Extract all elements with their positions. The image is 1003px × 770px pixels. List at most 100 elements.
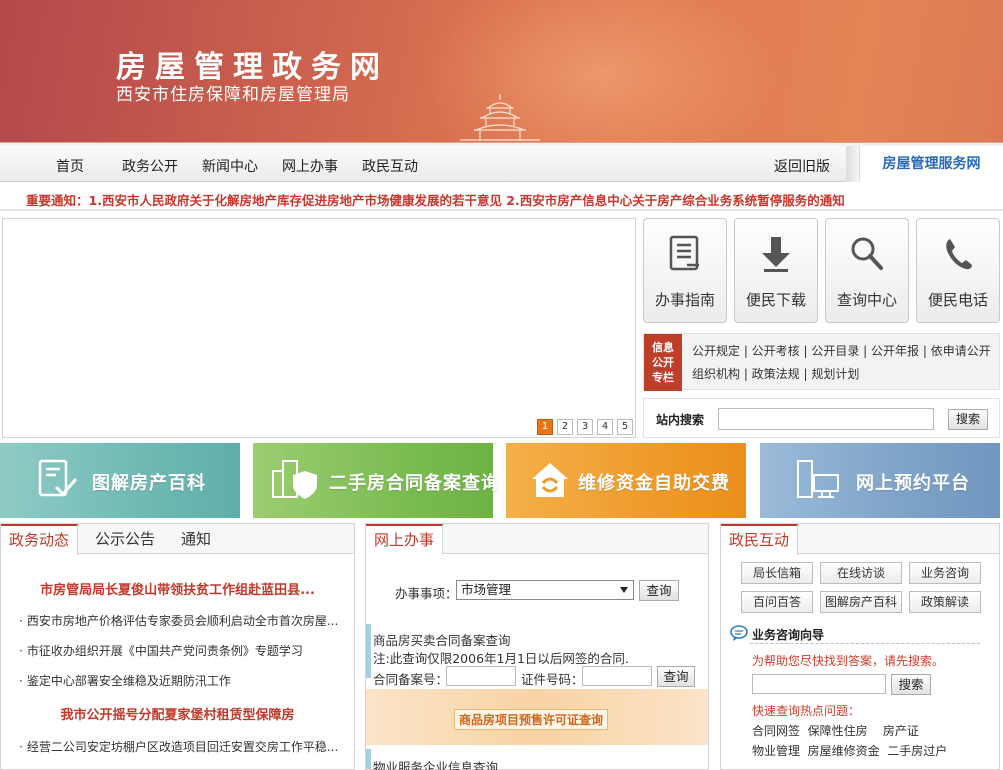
business-consult-button[interactable]: 业务咨询 — [909, 562, 981, 584]
tab-online-service[interactable]: 网上办事 — [366, 524, 444, 555]
online-interview-button[interactable]: 在线访谈 — [820, 562, 902, 584]
slider-page-1[interactable]: 1 — [537, 419, 553, 435]
quick-guide-button[interactable]: 办事指南 — [643, 218, 727, 323]
document-list-icon — [669, 235, 699, 271]
feature-label-2: 二手房合同备案查询 — [329, 473, 500, 494]
site-banner: 房屋管理政务网 西安市住房保障和房屋管理局 — [0, 0, 1003, 146]
slider-page-5[interactable]: 5 — [617, 419, 633, 435]
magnifier-icon — [851, 237, 883, 270]
info-links-row-1[interactable]: 公开规定 | 公开考核 | 公开目录 | 公开年报 | 依申请公开 — [692, 340, 991, 363]
slider-page-3[interactable]: 3 — [577, 419, 593, 435]
tab-announcements[interactable]: 公示公告 — [87, 524, 163, 554]
site-search-button[interactable]: 搜索 — [948, 409, 988, 430]
online-tabbar: 网上办事 — [366, 524, 708, 555]
property-query-title[interactable]: 物业服务企业信息查询 — [373, 757, 498, 770]
hot-questions-row-1[interactable]: 合同网签 保障性住房 房产证 — [752, 722, 919, 739]
certificate-number-label: 证件号码： — [521, 672, 584, 687]
news-item[interactable]: 经营二公司安定坊棚户区改造项目回迁安置交房工作平稳... — [19, 738, 349, 755]
nav-interaction[interactable]: 政民互动 — [362, 156, 418, 176]
feature-housing-encyclopedia[interactable]: 图解房产百科 — [0, 443, 240, 518]
consult-guide-hint: 为帮助您尽快找到答案，请先搜索。 — [752, 654, 945, 668]
property-accent-bar — [366, 749, 371, 769]
certificate-number-input[interactable] — [582, 666, 652, 686]
tab-interaction[interactable]: 政民互动 — [721, 524, 799, 555]
feature-maintenance-fund[interactable]: 维修资金自助交费 — [506, 443, 746, 518]
matter-select[interactable]: 市场管理 — [456, 580, 634, 600]
quick-download-label: 便民下载 — [745, 291, 806, 309]
quick-phone-button[interactable]: 便民电话 — [916, 218, 1000, 323]
site-subtitle: 西安市住房保障和房屋管理局 — [116, 85, 350, 105]
quick-download-button[interactable]: 便民下载 — [734, 218, 818, 323]
site-search-label: 站内搜索 — [656, 413, 705, 427]
contract-accent-bar — [366, 624, 371, 678]
news-item[interactable]: 鉴定中心部署安全维稳及近期防汛工作 — [19, 672, 349, 689]
news-item[interactable]: 西安市房地产价格评估专家委员会顺利启动全市首次房屋... — [19, 612, 349, 629]
consult-search-input[interactable] — [752, 674, 886, 694]
notice-marquee[interactable]: 重要通知：1.西安市人民政府关于化解房地产库存促进房地产市场健康发展的若干意见 … — [26, 190, 845, 209]
chevron-down-icon — [620, 587, 628, 593]
feature-label-4: 网上预约平台 — [856, 473, 970, 494]
interaction-tabbar: 政民互动 — [721, 524, 999, 555]
news-headline-2[interactable]: 我市公开摇号分配夏家堡村租赁型保障房 — [1, 704, 354, 723]
housing-encyclopedia-button[interactable]: 图解房产百科 — [820, 591, 902, 613]
document-check-icon — [38, 459, 78, 497]
info-open-column: 信息 公开 专栏 公开规定 | 公开考核 | 公开目录 | 公开年报 | 依申请… — [643, 333, 1000, 391]
info-tag-line-2: 公开 — [652, 356, 674, 369]
policy-interpretation-button[interactable]: 政策解读 — [909, 591, 981, 613]
tab-housing-service[interactable]: 房屋管理服务网 — [859, 146, 1003, 182]
page: 房屋管理政务网 西安市住房保障和房屋管理局 首页 政务公开 新闻中心 网上办事 — [0, 0, 1003, 770]
info-open-tag: 信息 公开 专栏 — [644, 334, 682, 391]
guide-divider — [750, 643, 980, 644]
slider-page-2[interactable]: 2 — [557, 419, 573, 435]
nav-gov-open[interactable]: 政务公开 — [122, 156, 178, 176]
presale-banner-label: 商品房项目预售许可证查询 — [454, 709, 609, 730]
site-search-input[interactable] — [718, 408, 934, 430]
info-tag-line-1: 信息 — [652, 341, 674, 354]
matter-label: 办事事项： — [395, 586, 458, 601]
quick-query-label: 查询中心 — [836, 291, 897, 309]
quick-phone-label: 便民电话 — [927, 291, 988, 309]
download-arrow-icon — [762, 237, 790, 272]
chat-bubble-icon — [730, 625, 748, 641]
hot-questions-row-2[interactable]: 物业管理 房屋维修资金 二手房过户 — [752, 742, 947, 759]
feature-label-1: 图解房产百科 — [92, 473, 206, 494]
site-search: 站内搜索 搜索 — [643, 398, 1000, 438]
director-mailbox-button[interactable]: 局长信箱 — [741, 562, 813, 584]
slider-pager: 1 2 3 4 5 — [537, 419, 633, 435]
consult-search-button[interactable]: 搜索 — [891, 674, 931, 695]
contract-query-note: 注:此查询仅限2006年1月1日以后网签的合同. — [373, 651, 629, 666]
feature-label-3: 维修资金自助交费 — [578, 473, 730, 494]
info-links-row-2[interactable]: 组织机构 | 政策法规 | 规划计划 — [692, 363, 991, 386]
tab-gov-news[interactable]: 政务动态 — [1, 524, 79, 555]
contract-query-button[interactable]: 查询 — [657, 666, 695, 687]
bell-tower-icon — [460, 94, 540, 141]
feature-online-appointment[interactable]: 网上预约平台 — [760, 443, 1000, 518]
news-headline-1[interactable]: 市房管局局长夏俊山带领扶贫工作组赴蓝田县... — [1, 579, 354, 598]
nav-news-center[interactable]: 新闻中心 — [202, 156, 258, 176]
feature-second-hand-query[interactable]: 二手房合同备案查询 — [253, 443, 499, 518]
consult-guide-title: 业务咨询向导 — [752, 628, 825, 642]
info-open-links: 公开规定 | 公开考核 | 公开目录 | 公开年报 | 依申请公开 组织机构 |… — [692, 340, 991, 386]
matter-select-value: 市场管理 — [461, 582, 512, 597]
news-tabbar: 政务动态 公示公告 通知 — [1, 524, 354, 555]
nav-online-service[interactable]: 网上办事 — [282, 156, 338, 176]
nav-home[interactable]: 首页 — [56, 156, 84, 176]
info-tag-line-3: 专栏 — [652, 371, 674, 384]
tab-notices[interactable]: 通知 — [173, 524, 219, 554]
phone-icon — [946, 239, 972, 270]
contract-query-title: 商品房买卖合同备案查询 — [373, 633, 511, 648]
old-version-link[interactable]: 返回旧版 — [774, 156, 830, 176]
quick-guide-label: 办事指南 — [654, 291, 715, 309]
nav-separator — [846, 146, 860, 182]
record-number-label: 合同备案号： — [373, 672, 449, 687]
main-nav: 首页 政务公开 新闻中心 网上办事 政民互动 返回旧版 房屋管理服务网 — [0, 146, 1003, 182]
matter-query-button[interactable]: 查询 — [639, 580, 679, 601]
slider-page-4[interactable]: 4 — [597, 419, 613, 435]
presale-banner[interactable]: 商品房项目预售许可证查询 — [366, 689, 708, 745]
record-number-input[interactable] — [446, 666, 516, 686]
news-item[interactable]: 市征收办组织开展《中国共产党问责条例》专题学习 — [19, 642, 349, 659]
quick-query-button[interactable]: 查询中心 — [825, 218, 909, 323]
news-panel: 政务动态 公示公告 通知 市房管局局长夏俊山带领扶贫工作组赴蓝田县... 西安市… — [0, 523, 355, 770]
house-refresh-icon — [532, 463, 568, 497]
faq-button[interactable]: 百问百答 — [741, 591, 813, 613]
